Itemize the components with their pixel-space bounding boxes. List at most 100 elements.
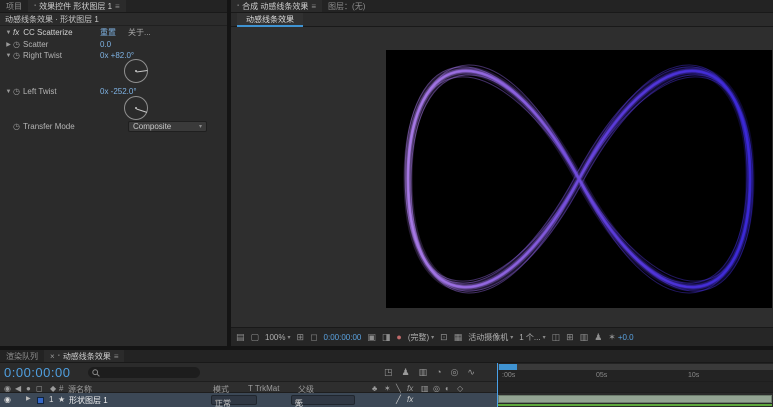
tab-render-queue-label: 渲染队列 (6, 351, 38, 362)
timeline-panel: 渲染队列 × ▪ 动感线条效果 ≡ 0:00:00:00 ◳ ♟ ▥ ◔ ◎ ∿ (0, 348, 773, 407)
twirl-down-icon[interactable]: ▼ (4, 89, 13, 95)
close-icon[interactable]: × (50, 352, 55, 361)
exposure-icon: ✶ (608, 332, 616, 343)
parent-dropdown[interactable]: ◎ 无 ▾ (291, 395, 355, 405)
twirl-right-icon[interactable]: ▶ (4, 41, 13, 48)
search-input[interactable] (88, 367, 200, 378)
snapshot-icon[interactable]: ▣ (367, 332, 376, 343)
adjustment-switch-icon[interactable]: ◐ (445, 384, 450, 393)
tab-composition[interactable]: ▪ 合成 动感线条效果 ≡ (231, 0, 322, 12)
param-value[interactable]: 0x -252.0° (100, 87, 137, 96)
pixel-aspect-icon[interactable]: ◫ (552, 332, 561, 343)
current-time-display[interactable]: 0:00:00:00 (4, 365, 70, 380)
layer-label-swatch[interactable] (37, 397, 44, 404)
param-label: Scatter (23, 40, 48, 49)
layer-name[interactable]: 形状图层 1 (69, 395, 108, 406)
quality-switch-icon[interactable]: ╲ (396, 384, 401, 393)
effects-switch-icon[interactable]: fx (407, 384, 413, 393)
mini-flowchart-icon[interactable]: ◳ (384, 367, 393, 378)
param-label: Right Twist (23, 51, 62, 60)
view-layout-select[interactable]: 1 个... ▾ (519, 332, 545, 343)
active-comp-tab[interactable]: 动感线条效果 (237, 13, 303, 27)
show-snapshot-icon[interactable]: ◨ (382, 332, 391, 343)
camera-select[interactable]: 活动摄像机 ▾ (468, 332, 513, 343)
stopwatch-icon[interactable]: ◷ (13, 40, 20, 49)
effect-name[interactable]: CC Scatterize (23, 28, 72, 37)
time-ruler[interactable]: :00s 05s 10s (497, 363, 773, 381)
twirl-down-icon[interactable]: ▼ (4, 53, 13, 59)
panel-menu-icon[interactable]: ≡ (114, 352, 119, 361)
exposure-control[interactable]: ✶ +0.0 (608, 332, 633, 343)
work-area-bar[interactable] (498, 364, 773, 370)
channel-icon[interactable]: ● (396, 332, 401, 342)
right-twist-dial[interactable] (124, 59, 148, 83)
frame-blend-icon[interactable]: ◔ (436, 367, 441, 378)
panel-menu-icon[interactable]: ≡ (311, 2, 316, 11)
resolution-select[interactable]: (完整) ▾ (408, 332, 434, 343)
solo-column-icon[interactable]: ● (26, 384, 31, 393)
layer-row[interactable]: ◉ ▶ 1 ★ 形状图层 1 正常 ▾ ◎ 无 ▾ ╱ fx (0, 393, 497, 407)
stopwatch-icon[interactable]: ◷ (13, 51, 20, 60)
about-link[interactable]: 关于... (128, 27, 151, 38)
param-value[interactable]: 0.0 (100, 40, 111, 49)
graph-editor-icon[interactable]: ∿ (467, 367, 475, 378)
chevron-down-icon: ▾ (288, 334, 291, 341)
tab-layer-viewer[interactable]: 图层：(无) (322, 0, 371, 12)
eye-column-icon[interactable]: ◉ (4, 384, 11, 393)
dial-center (135, 70, 137, 72)
lock-column-icon[interactable]: ◻ (36, 384, 43, 393)
viewer-pasteboard[interactable] (231, 27, 773, 327)
motion-blur-switch-icon[interactable]: ◎ (433, 384, 440, 393)
index-column-header[interactable]: # (59, 384, 63, 393)
tab-effect-controls[interactable]: ▪ 效果控件 形状图层 1 ≡ (28, 0, 126, 12)
grid-guides-icon[interactable]: ⊞ (297, 332, 305, 343)
dial-center (135, 107, 137, 109)
panel-menu-icon[interactable]: ≡ (115, 2, 120, 11)
always-preview-icon[interactable]: ▤ (236, 332, 245, 343)
fx-badge-icon[interactable]: fx (13, 28, 19, 37)
transparency-grid-icon[interactable]: ▦ (454, 332, 463, 343)
view-layout-value: 1 个... (519, 332, 540, 343)
audio-column-icon[interactable]: ◀ (15, 384, 21, 393)
blend-mode-dropdown[interactable]: 正常 ▾ (211, 395, 257, 405)
layer-duration-bar[interactable] (498, 395, 772, 403)
mini-timeline-icon[interactable]: ▥ (580, 332, 589, 343)
tab-render-queue[interactable]: 渲染队列 (0, 350, 44, 362)
draft-3d-icon[interactable]: ♟ (402, 367, 410, 378)
layer-fx-icon[interactable]: fx (407, 395, 413, 404)
shy-switch-icon[interactable]: ♣ (372, 384, 377, 393)
trkmat-column-header[interactable]: T TrkMat (248, 384, 279, 393)
hide-shy-icon[interactable]: ▥ (419, 367, 428, 378)
monitor-icon[interactable]: ▢ (251, 332, 260, 343)
twirl-down-icon[interactable]: ▼ (4, 30, 13, 36)
threed-switch-icon[interactable]: ◇ (457, 384, 463, 393)
fast-preview-icon[interactable]: ⊞ (566, 332, 574, 343)
layer-twirl-icon[interactable]: ▶ (26, 395, 31, 402)
tab-timeline-comp[interactable]: × ▪ 动感线条效果 ≡ (44, 350, 124, 362)
stopwatch-icon[interactable]: ◷ (13, 122, 20, 131)
flowchart-icon[interactable]: ♟ (594, 332, 602, 343)
layer-eye-icon[interactable]: ◉ (4, 395, 11, 404)
zoom-value: 100% (265, 333, 285, 342)
tab-composition-label: 合成 动感线条效果 (242, 1, 308, 12)
zoom-select[interactable]: 100% ▾ (265, 333, 290, 342)
label-column-icon[interactable]: ◆ (50, 384, 56, 393)
mask-toggle-icon[interactable]: ◻ (310, 332, 317, 343)
param-value[interactable]: 0x +82.0° (100, 51, 134, 60)
left-twist-dial[interactable] (124, 96, 148, 120)
frame-blend-switch-icon[interactable]: ▥ (421, 384, 429, 393)
collapse-switch-icon[interactable]: ✶ (384, 384, 391, 393)
playhead-head[interactable] (499, 364, 517, 370)
stopwatch-icon[interactable]: ◷ (13, 87, 20, 96)
layer-quality-icon[interactable]: ╱ (396, 395, 401, 404)
viewer-timecode[interactable]: 0:00:00:00 (324, 333, 362, 342)
current-time-indicator[interactable] (497, 363, 498, 407)
transfer-mode-dropdown[interactable]: Composite ▾ (128, 121, 207, 132)
effect-header-row: ▼ fx CC Scatterize 重置 关于... (0, 27, 227, 38)
region-of-interest-icon[interactable]: ⊡ (440, 332, 448, 343)
tab-project-label: 项目 (6, 1, 22, 12)
tab-project[interactable]: 项目 (0, 0, 28, 12)
motion-blur-icon[interactable]: ◎ (451, 367, 459, 378)
composition-canvas[interactable] (386, 50, 772, 308)
reset-link[interactable]: 重置 (100, 27, 116, 38)
